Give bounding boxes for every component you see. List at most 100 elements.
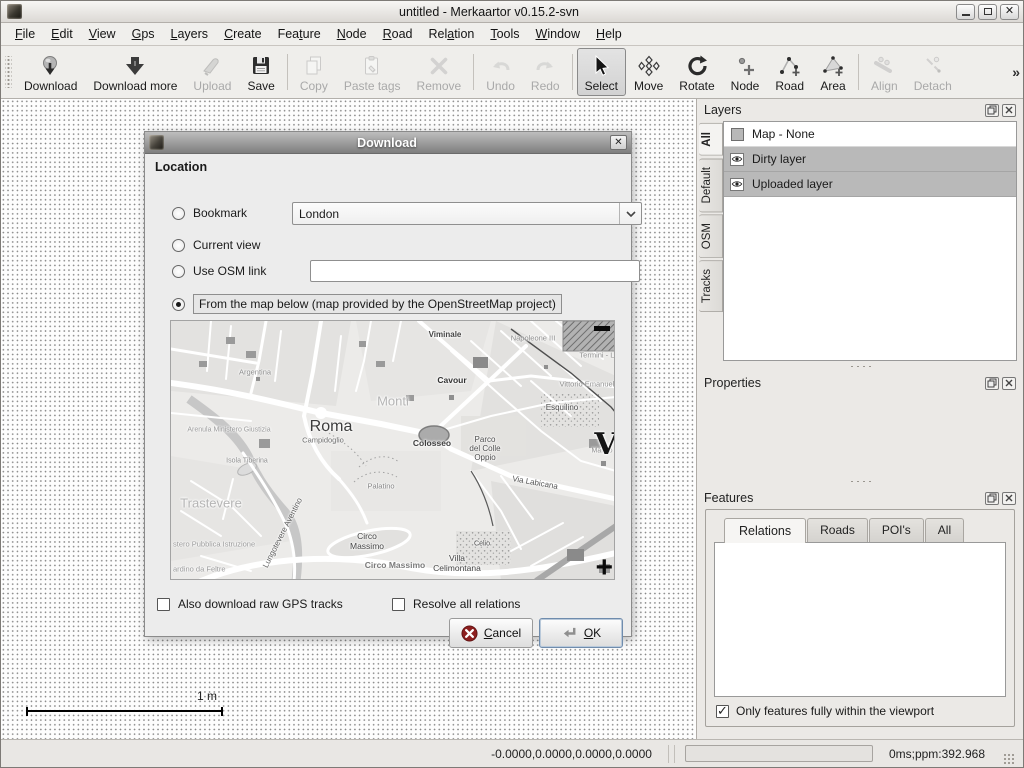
- layer-row[interactable]: Map - None: [724, 122, 1016, 147]
- menu-file[interactable]: File: [7, 24, 43, 44]
- features-tab-roads[interactable]: Roads: [807, 518, 868, 543]
- layers-tab-default[interactable]: Default: [699, 158, 723, 212]
- close-panel-icon[interactable]: [1002, 492, 1016, 505]
- map-place-label: Trastevere: [180, 497, 242, 510]
- menu-window[interactable]: Window: [528, 24, 588, 44]
- area-button[interactable]: Area: [812, 48, 854, 96]
- menu-edit[interactable]: Edit: [43, 24, 81, 44]
- button-label: OK: [584, 626, 601, 640]
- features-tab-all[interactable]: All: [925, 518, 964, 543]
- close-icon: ✕: [1005, 6, 1014, 17]
- layers-tab-tracks[interactable]: Tracks: [699, 260, 723, 312]
- map-canvas[interactable]: 1 m Download ✕ Location Bookmark Lond: [1, 99, 696, 739]
- scale-line: [26, 707, 223, 716]
- resize-grip[interactable]: [1003, 753, 1015, 765]
- map-zoom-in-icon[interactable]: +: [595, 553, 613, 580]
- osm-link-radio[interactable]: [172, 265, 185, 278]
- features-list[interactable]: [714, 542, 1006, 697]
- layers-tab-all[interactable]: All: [699, 123, 723, 156]
- layer-tile-icon[interactable]: [730, 127, 744, 141]
- menu-feature[interactable]: Feature: [270, 24, 329, 44]
- float-panel-icon[interactable]: [985, 104, 999, 117]
- menu-help[interactable]: Help: [588, 24, 630, 44]
- viewport-filter-checkbox[interactable]: [716, 705, 729, 718]
- bookmark-label[interactable]: Bookmark: [193, 206, 247, 220]
- resolve-relations-checkbox[interactable]: [392, 598, 405, 611]
- map-place-label: Palatino: [367, 482, 394, 490]
- features-tab-pois[interactable]: POI's: [869, 518, 924, 543]
- bookmark-combobox[interactable]: London: [292, 202, 642, 225]
- dialog-map[interactable]: ViminaleNapoleone IIITermini - LaVittori…: [170, 320, 615, 580]
- layer-visibility-eye-icon[interactable]: [730, 177, 744, 191]
- resolve-relations-label[interactable]: Resolve all relations: [413, 597, 520, 611]
- chevron-down-icon[interactable]: [619, 203, 641, 224]
- save-button[interactable]: Save: [239, 48, 282, 96]
- menu-layers[interactable]: Layers: [163, 24, 217, 44]
- map-place-label: stero Pubblica Istruzione: [173, 540, 255, 548]
- menu-view[interactable]: View: [81, 24, 124, 44]
- menu-relation[interactable]: Relation: [420, 24, 482, 44]
- menu-create[interactable]: Create: [216, 24, 270, 44]
- osm-link-input[interactable]: [310, 260, 640, 282]
- dock-splitter[interactable]: [697, 476, 1023, 487]
- features-tab-relations[interactable]: Relations: [724, 518, 806, 543]
- menu-gps[interactable]: Gps: [124, 24, 163, 44]
- layer-row[interactable]: Dirty layer: [724, 147, 1016, 172]
- close-panel-icon[interactable]: [1002, 377, 1016, 390]
- rotate-button[interactable]: Rotate: [671, 48, 722, 96]
- window-title: untitled - Merkaartor v0.15.2-svn: [22, 5, 956, 19]
- location-section-label: Location: [155, 160, 207, 174]
- minimize-button[interactable]: [956, 4, 975, 20]
- menu-road[interactable]: Road: [375, 24, 421, 44]
- map-zoom-out-icon[interactable]: [594, 326, 610, 331]
- gps-tracks-checkbox[interactable]: [157, 598, 170, 611]
- toolbar-overflow-chevron[interactable]: »: [1012, 64, 1020, 80]
- paste-tags-icon: [359, 53, 385, 79]
- cancel-button[interactable]: Cancel: [449, 618, 533, 648]
- bookmark-radio[interactable]: [172, 207, 185, 220]
- toolbar-drag-handle[interactable]: [5, 56, 12, 88]
- menu-node[interactable]: Node: [329, 24, 375, 44]
- dialog-title-bar[interactable]: Download ✕: [145, 132, 631, 154]
- ok-button[interactable]: OK: [539, 618, 623, 648]
- float-panel-icon[interactable]: [985, 492, 999, 505]
- map-place-label: Monti: [377, 395, 409, 408]
- viewport-filter-label[interactable]: Only features fully within the viewport: [736, 704, 934, 718]
- move-button[interactable]: Move: [626, 48, 671, 96]
- properties-panel-title: Properties: [704, 376, 761, 390]
- menu-tools[interactable]: Tools: [482, 24, 527, 44]
- layers-tab-osm[interactable]: OSM: [699, 214, 723, 258]
- from-map-radio[interactable]: [172, 298, 185, 311]
- layer-visibility-eye-icon[interactable]: [730, 152, 744, 166]
- close-panel-icon[interactable]: [1002, 104, 1016, 117]
- dock-splitter[interactable]: [697, 361, 1023, 372]
- dialog-body: Location Bookmark London Current view: [145, 154, 631, 638]
- current-view-label[interactable]: Current view: [193, 238, 260, 252]
- maximize-button[interactable]: [978, 4, 997, 20]
- map-place-label: Isola Tiberina: [226, 458, 268, 465]
- map-place-label: Colosseo: [413, 439, 451, 448]
- node-button[interactable]: Node: [723, 48, 768, 96]
- toolbar-button-label: Remove: [417, 79, 462, 93]
- osm-link-label[interactable]: Use OSM link: [193, 264, 266, 278]
- layer-label: Uploaded layer: [752, 177, 833, 191]
- dialog-close-icon[interactable]: ✕: [610, 135, 627, 150]
- scale-label: 1 m: [26, 689, 223, 703]
- toolbar-items: DownloadDownload moreUploadSaveCopyPaste…: [16, 48, 960, 96]
- map-place-label: Celimontana: [433, 564, 481, 573]
- float-panel-icon[interactable]: [985, 377, 999, 390]
- map-place-label: Villa: [449, 554, 465, 563]
- road-button[interactable]: Road: [767, 48, 812, 96]
- from-map-label[interactable]: From the map below (map provided by the …: [193, 294, 562, 314]
- map-place-label: Napoleone III: [511, 334, 556, 342]
- layers-panel-title: Layers: [704, 103, 742, 117]
- download-more-button[interactable]: Download more: [85, 48, 185, 96]
- map-place-label: Roma: [310, 419, 353, 435]
- download-dialog: Download ✕ Location Bookmark London: [144, 131, 632, 637]
- download-button[interactable]: Download: [16, 48, 85, 96]
- current-view-radio[interactable]: [172, 239, 185, 252]
- gps-tracks-label[interactable]: Also download raw GPS tracks: [178, 597, 343, 611]
- select-button[interactable]: Select: [577, 48, 626, 96]
- layer-row[interactable]: Uploaded layer: [724, 172, 1016, 197]
- close-button[interactable]: ✕: [1000, 4, 1019, 20]
